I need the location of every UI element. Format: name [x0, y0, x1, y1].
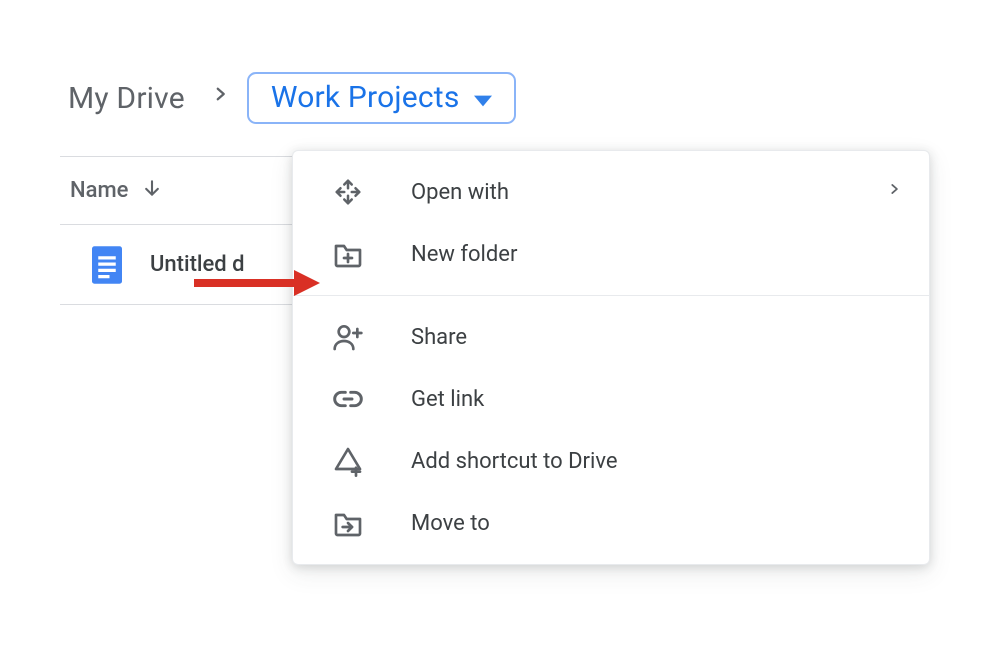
menu-item-add-shortcut[interactable]: Add shortcut to Drive — [293, 430, 929, 492]
menu-item-open-with[interactable]: Open with — [293, 161, 929, 223]
link-icon — [331, 382, 365, 416]
menu-divider — [293, 295, 929, 296]
google-doc-icon — [92, 246, 122, 284]
submenu-chevron-icon — [887, 179, 901, 205]
add-shortcut-icon — [331, 444, 365, 478]
column-header-label: Name — [70, 178, 128, 203]
menu-item-label: Open with — [411, 180, 841, 205]
menu-item-share[interactable]: Share — [293, 306, 929, 368]
share-icon — [331, 320, 365, 354]
chevron-right-icon — [211, 80, 229, 116]
menu-item-label: Move to — [411, 511, 901, 536]
menu-item-get-link[interactable]: Get link — [293, 368, 929, 430]
folder-context-menu: Open with New folder — [292, 150, 930, 565]
new-folder-icon — [331, 237, 365, 271]
menu-item-label: Share — [411, 325, 901, 350]
file-name: Untitled d — [150, 252, 245, 277]
breadcrumb-root[interactable]: My Drive — [60, 77, 193, 120]
breadcrumb-current-label: Work Projects — [271, 80, 460, 116]
breadcrumb: My Drive Work Projects — [60, 70, 1000, 126]
menu-item-label: Get link — [411, 387, 901, 412]
breadcrumb-current-folder[interactable]: Work Projects — [247, 72, 516, 124]
dropdown-caret-icon — [474, 80, 492, 116]
menu-item-new-folder[interactable]: New folder — [293, 223, 929, 285]
menu-item-move-to[interactable]: Move to — [293, 492, 929, 554]
menu-item-label: Add shortcut to Drive — [411, 449, 901, 474]
move-to-icon — [331, 506, 365, 540]
menu-item-label: New folder — [411, 242, 901, 267]
open-with-icon — [331, 175, 365, 209]
sort-arrow-down-icon — [142, 176, 162, 206]
